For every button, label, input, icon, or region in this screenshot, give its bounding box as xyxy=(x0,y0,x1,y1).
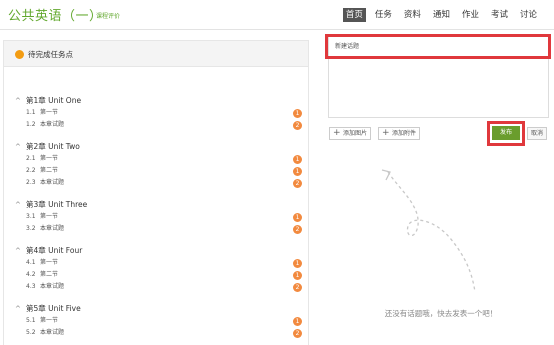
section-item[interactable]: 2.1 第一节 1 xyxy=(3,153,307,165)
chapter-title[interactable]: ^ 第4章 Unit Four xyxy=(3,245,307,257)
course-evaluation-link[interactable]: 课程评价 xyxy=(96,11,120,20)
section-item[interactable]: 4.3 本章试题 2 xyxy=(3,281,307,293)
chapter-4: ^ 第4章 Unit Four 4.1 第一节 1 4.2 第二节 1 4.3 本章试题 2 xyxy=(3,245,307,293)
section-item[interactable]: 5.1 第一节 1 xyxy=(3,315,307,327)
plus-icon: + xyxy=(333,128,341,138)
chapter-1: ^ 第1章 Unit One 1.1 第一节 1 1.2 本章试题 2 xyxy=(3,95,307,131)
empty-state-text: 还没有话题哦，快去发表一个吧！ xyxy=(384,309,498,318)
chapter-title[interactable]: ^ 第3章 Unit Three xyxy=(3,199,307,211)
chevron-up-icon[interactable]: ^ xyxy=(15,304,21,314)
plus-icon: + xyxy=(382,128,390,138)
chevron-up-icon[interactable]: ^ xyxy=(15,96,21,106)
section-item[interactable]: 4.1 第一节 1 xyxy=(3,257,307,269)
top-header: 公共英语（一） 课程评价 首页 任务 资料 通知 作业 考试 讨论 xyxy=(0,0,554,30)
chevron-up-icon[interactable]: ^ xyxy=(15,246,21,256)
chapter-2: ^ 第2章 Unit Two 2.1 第一节 1 2.2 第二节 1 2.3 本章试题 2 xyxy=(3,141,307,189)
add-image-button[interactable]: + 添加图片 xyxy=(329,127,371,140)
task-count-badge: 1 xyxy=(293,317,302,326)
chapter-3: ^ 第3章 Unit Three 3.1 第一节 1 3.2 本章试题 2 xyxy=(3,199,307,235)
chevron-up-icon[interactable]: ^ xyxy=(15,142,21,152)
chapter-5: ^ 第5章 Unit Five 5.1 第一节 1 5.2 本章试题 2 xyxy=(3,303,307,339)
task-count-badge: 1 xyxy=(293,259,302,268)
nav-homework[interactable]: 作业 xyxy=(459,8,482,22)
task-count-badge: 1 xyxy=(293,213,302,222)
task-count-badge: 1 xyxy=(293,167,302,176)
task-count-badge: 2 xyxy=(293,179,302,188)
main-nav: 首页 任务 资料 通知 作业 考试 讨论 xyxy=(342,8,540,22)
add-attachment-button[interactable]: + 添加附件 xyxy=(378,127,420,140)
task-count-badge: 1 xyxy=(293,271,302,280)
section-item[interactable]: 4.2 第二节 1 xyxy=(3,269,307,281)
chevron-up-icon[interactable]: ^ xyxy=(15,200,21,210)
section-item[interactable]: 5.2 本章试题 2 xyxy=(3,327,307,339)
section-item[interactable]: 3.2 本章试题 2 xyxy=(3,223,307,235)
new-topic-input[interactable]: 新建话题 xyxy=(328,36,549,58)
nav-materials[interactable]: 资料 xyxy=(401,8,424,22)
section-item[interactable]: 2.3 本章试题 2 xyxy=(3,177,307,189)
nav-exams[interactable]: 考试 xyxy=(488,8,511,22)
publish-button[interactable]: 发布 xyxy=(492,126,520,140)
cancel-button[interactable]: 取消 xyxy=(527,127,547,140)
section-item[interactable]: 1.1 第一节 1 xyxy=(3,107,307,119)
task-count-badge: 1 xyxy=(293,155,302,164)
orange-dot-icon xyxy=(15,50,24,59)
dashed-arrow-illustration xyxy=(381,169,476,293)
chapter-list: ^ 第1章 Unit One 1.1 第一节 1 1.2 本章试题 2 ^ 第2章 Unit… xyxy=(3,95,307,345)
pending-tasks-header: 待完成任务点 xyxy=(4,41,308,67)
nav-discussion[interactable]: 讨论 xyxy=(517,8,540,22)
task-count-badge: 2 xyxy=(293,225,302,234)
task-count-badge: 1 xyxy=(293,109,302,118)
chapter-title[interactable]: ^ 第5章 Unit Five xyxy=(3,303,307,315)
nav-notices[interactable]: 通知 xyxy=(430,8,453,22)
chapter-title[interactable]: ^ 第1章 Unit One xyxy=(3,95,307,107)
task-count-badge: 2 xyxy=(293,329,302,338)
section-item[interactable]: 3.1 第一节 1 xyxy=(3,211,307,223)
chapter-title[interactable]: ^ 第2章 Unit Two xyxy=(3,141,307,153)
topic-content-textarea[interactable] xyxy=(328,59,549,118)
task-count-badge: 2 xyxy=(293,121,302,130)
course-title[interactable]: 公共英语（一） xyxy=(8,5,103,24)
nav-home[interactable]: 首页 xyxy=(342,8,366,22)
pending-tasks-title: 待完成任务点 xyxy=(28,50,73,59)
section-item[interactable]: 1.2 本章试题 2 xyxy=(3,119,307,131)
task-count-badge: 2 xyxy=(293,283,302,292)
section-item[interactable]: 2.2 第二节 1 xyxy=(3,165,307,177)
nav-tasks[interactable]: 任务 xyxy=(372,8,395,22)
